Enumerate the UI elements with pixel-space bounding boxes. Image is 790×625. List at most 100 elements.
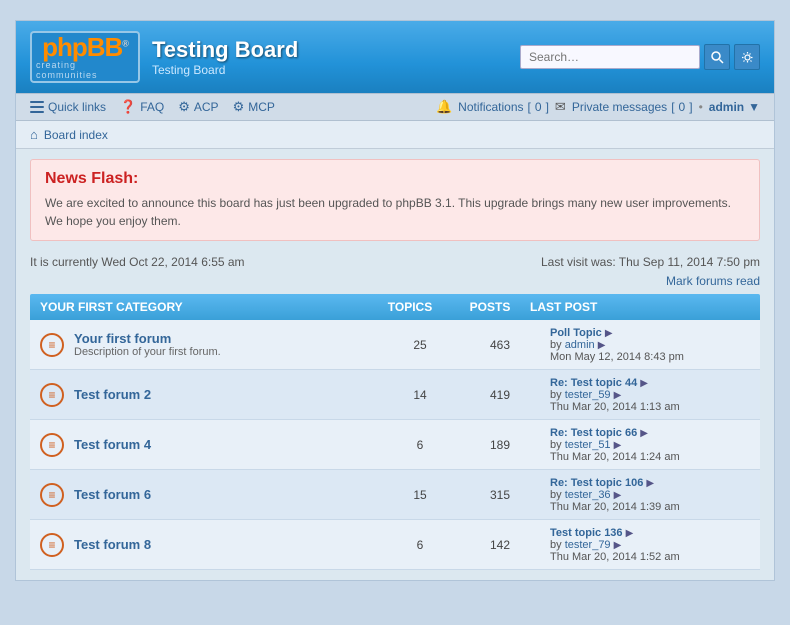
mcp-label: MCP <box>248 100 275 114</box>
home-icon: ⌂ <box>30 127 38 142</box>
forum-name-link[interactable]: Test forum 6 <box>74 487 151 502</box>
user-menu[interactable]: admin ▼ <box>709 100 760 114</box>
posts-count: 142 <box>460 530 540 560</box>
search-button[interactable] <box>704 44 730 70</box>
forum-main-col: ≡ Test forum 6 <box>30 475 380 515</box>
topics-count: 6 <box>380 430 460 460</box>
forum-info: Test forum 8 <box>74 537 151 552</box>
last-post-by: by tester_59 ▶ <box>550 389 750 401</box>
forum-name-link[interactable]: Your first forum <box>74 331 221 346</box>
news-body: We are excited to announce this board ha… <box>45 194 745 230</box>
mark-forums-read-link[interactable]: Mark forums read <box>666 274 760 288</box>
topics-count: 25 <box>380 330 460 360</box>
acp-link[interactable]: ⚙ ACP <box>178 99 218 115</box>
news-title: News Flash: <box>45 170 745 188</box>
board-subtitle: Testing Board <box>152 63 298 77</box>
mcp-link[interactable]: ⚙ MCP <box>233 99 275 115</box>
last-post-date: Thu Mar 20, 2014 1:52 am <box>550 551 750 563</box>
last-post-title-link[interactable]: Test topic 136 <box>550 527 623 539</box>
faq-link[interactable]: ❓ FAQ <box>120 99 164 115</box>
last-post-title-link[interactable]: Poll Topic <box>550 327 602 339</box>
last-post-user-link[interactable]: tester_51 <box>565 439 611 451</box>
last-post-user-icon: ▶ <box>614 490 622 501</box>
search-input[interactable] <box>520 45 700 69</box>
last-post-info: Re: Test topic 66 ▶ by tester_51 ▶ Thu M… <box>540 421 760 469</box>
board-title-area: Testing Board Testing Board <box>152 37 298 77</box>
pm-icon: ✉ <box>555 99 566 115</box>
search-icon <box>711 51 724 64</box>
forum-info: Test forum 4 <box>74 437 151 452</box>
forum-name-link[interactable]: Test forum 4 <box>74 437 151 452</box>
username-label: admin <box>709 100 744 114</box>
quick-links-menu[interactable]: Quick links <box>30 100 106 114</box>
main-wrapper: phpBB® creating communities Testing Boar… <box>15 20 775 581</box>
last-post-user-icon: ▶ <box>614 440 622 451</box>
last-post-title-link[interactable]: Re: Test topic 66 <box>550 427 637 439</box>
forum-info: Your first forum Description of your fir… <box>74 331 221 358</box>
last-post-date: Mon May 12, 2014 8:43 pm <box>550 351 750 363</box>
last-post-info: Poll Topic ▶ by admin ▶ Mon May 12, 2014… <box>540 321 760 369</box>
nav-right: 🔔 Notifications [0] ✉ Private messages [… <box>436 99 760 115</box>
posts-header: POSTS <box>450 300 530 314</box>
view-post-icon[interactable]: ▶ <box>640 428 648 439</box>
last-post-title-link[interactable]: Re: Test topic 106 <box>550 477 643 489</box>
section-title: YOUR FIRST CATEGORY <box>40 300 370 314</box>
view-post-icon[interactable]: ▶ <box>646 478 654 489</box>
forum-status-icon: ≡ <box>40 333 64 357</box>
last-post-user-link[interactable]: admin <box>565 339 595 351</box>
breadcrumb-home[interactable]: Board index <box>44 128 108 142</box>
forum-name-link[interactable]: Test forum 2 <box>74 387 151 402</box>
last-post-user-link[interactable]: tester_59 <box>565 389 611 401</box>
board-title: Testing Board <box>152 37 298 63</box>
logo-area: phpBB® creating communities Testing Boar… <box>30 31 298 83</box>
last-post-user-icon: ▶ <box>598 340 606 351</box>
view-post-icon[interactable]: ▶ <box>626 528 634 539</box>
logo-sub: creating communities <box>36 60 134 80</box>
logo-reg: ® <box>122 38 128 48</box>
last-post-user-link[interactable]: tester_36 <box>565 489 611 501</box>
view-post-icon[interactable]: ▶ <box>640 378 648 389</box>
forum-main-col: ≡ Test forum 4 <box>30 425 380 465</box>
faq-icon: ❓ <box>120 99 136 115</box>
notifications-link[interactable]: Notifications [0] <box>458 100 549 114</box>
forum-info: Test forum 2 <box>74 387 151 402</box>
last-post-user-icon: ▶ <box>614 390 622 401</box>
table-row: ≡ Test forum 8 6 142 Test topic 136 ▶ by… <box>30 520 760 570</box>
forum-rows: ≡ Your first forum Description of your f… <box>30 320 760 570</box>
last-post-date: Thu Mar 20, 2014 1:13 am <box>550 401 750 413</box>
table-row: ≡ Test forum 4 6 189 Re: Test topic 66 ▶… <box>30 420 760 470</box>
advanced-search-button[interactable] <box>734 44 760 70</box>
last-post-title-link[interactable]: Re: Test topic 44 <box>550 377 637 389</box>
forum-name-link[interactable]: Test forum 8 <box>74 537 151 552</box>
last-post-by: by tester_36 ▶ <box>550 489 750 501</box>
last-post-info: Test topic 136 ▶ by tester_79 ▶ Thu Mar … <box>540 521 760 569</box>
posts-count: 315 <box>460 480 540 510</box>
header: phpBB® creating communities Testing Boar… <box>16 21 774 93</box>
forum-status-icon: ≡ <box>40 483 64 507</box>
current-time: It is currently Wed Oct 22, 2014 6:55 am <box>30 255 245 269</box>
notifications-count: 0 <box>535 100 542 114</box>
forum-main-col: ≡ Your first forum Description of your f… <box>30 323 380 366</box>
forum-main-col: ≡ Test forum 8 <box>30 525 380 565</box>
mcp-icon: ⚙ <box>233 99 245 115</box>
pm-count: 0 <box>679 100 686 114</box>
table-row: ≡ Your first forum Description of your f… <box>30 320 760 370</box>
notifications-icon: 🔔 <box>436 99 452 115</box>
gear-icon <box>741 51 754 64</box>
lastpost-header: LAST POST <box>530 300 750 314</box>
dropdown-arrow: ▼ <box>748 100 760 114</box>
logo-text: phpBB® <box>42 34 128 60</box>
pm-link[interactable]: Private messages [0] <box>572 100 693 114</box>
notifications-label: Notifications <box>458 100 523 114</box>
logo-box: phpBB® creating communities <box>30 31 140 83</box>
status-bar: It is currently Wed Oct 22, 2014 6:55 am… <box>16 251 774 273</box>
last-visit: Last visit was: Thu Sep 11, 2014 7:50 pm <box>541 255 760 269</box>
mark-read-area: Mark forums read <box>16 273 774 294</box>
view-post-icon[interactable]: ▶ <box>605 328 613 339</box>
search-area <box>520 44 760 70</box>
last-post-by: by tester_79 ▶ <box>550 539 750 551</box>
forum-status-icon: ≡ <box>40 383 64 407</box>
last-post-user-icon: ▶ <box>614 540 622 551</box>
last-post-user-link[interactable]: tester_79 <box>565 539 611 551</box>
nav-left: Quick links ❓ FAQ ⚙ ACP ⚙ MCP <box>30 99 275 115</box>
